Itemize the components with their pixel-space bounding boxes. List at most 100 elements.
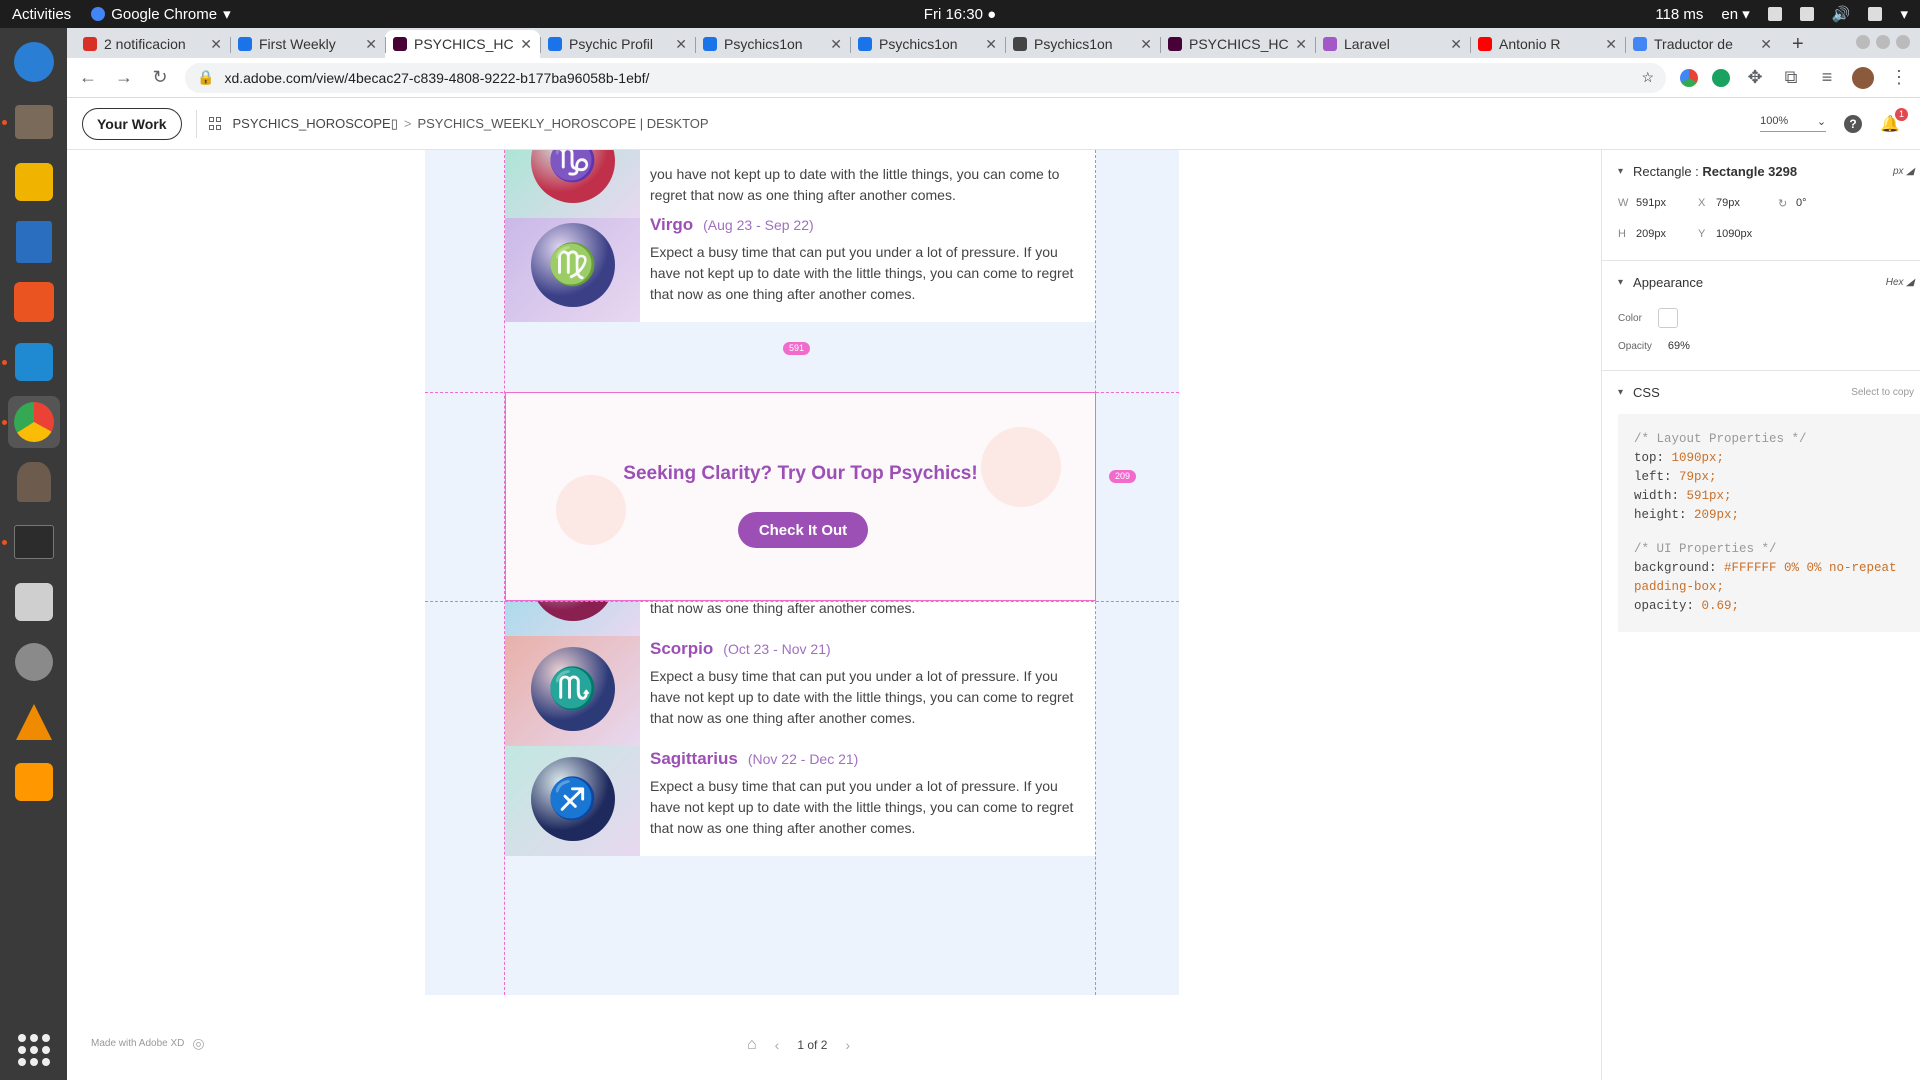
tab-close-icon[interactable]: ✕ xyxy=(1295,36,1307,53)
back-icon[interactable]: ← xyxy=(77,67,99,88)
horoscope-card[interactable]: ♍ Virgo (Aug 23 - Sep 22) Expect a busy tim… xyxy=(505,207,1096,322)
settings-icon[interactable] xyxy=(8,636,60,688)
browser-tab[interactable]: Laravel ✕ xyxy=(1315,30,1470,58)
browser-tab[interactable]: Psychics1on ✕ xyxy=(695,30,850,58)
color-mode-selector[interactable]: Hex ◢ xyxy=(1886,277,1914,288)
cta-banner[interactable]: Seeking Clarity? Try Our Top Psychics! C… xyxy=(505,392,1096,601)
forward-icon[interactable]: → xyxy=(113,67,135,88)
unit-selector[interactable]: px ◢ xyxy=(1893,166,1914,177)
browser-tab[interactable]: Psychics1on ✕ xyxy=(850,30,1005,58)
artboard[interactable]: ♐ Sagittarius (Nov 22 - Dec 21) Expect a bu… xyxy=(425,150,1179,995)
next-page-icon[interactable]: › xyxy=(845,1037,850,1053)
gimp-icon[interactable] xyxy=(8,456,60,508)
horoscope-card[interactable]: ♏ Scorpio (Oct 23 - Nov 21) Expect a busy t… xyxy=(505,631,1096,746)
volume-icon[interactable]: 🔊 xyxy=(1832,5,1851,23)
activities-button[interactable]: Activities xyxy=(12,6,71,23)
help-icon[interactable]: ? xyxy=(1844,114,1863,133)
lock-icon[interactable]: 🔒 xyxy=(197,69,214,86)
breadcrumb-artboard[interactable]: PSYCHICS_WEEKLY_HOROSCOPE | DESKTOP xyxy=(417,116,708,132)
css-value: 0.69; xyxy=(1694,599,1740,613)
card-body: Virgo (Aug 23 - Sep 22) Expect a busy time… xyxy=(640,207,1096,322)
rotation-value[interactable]: 0° xyxy=(1796,197,1807,210)
show-applications-icon[interactable] xyxy=(18,1034,50,1066)
browser-tab[interactable]: Traductor de ✕ xyxy=(1625,30,1780,58)
tab-close-icon[interactable]: ✕ xyxy=(675,36,687,53)
browser-tab[interactable]: First Weekly ✕ xyxy=(230,30,385,58)
height-value[interactable]: 209px xyxy=(1636,228,1666,240)
tab-close-icon[interactable]: ✕ xyxy=(1760,36,1772,53)
latency-indicator[interactable]: 118 ms xyxy=(1655,6,1703,23)
minimize-icon[interactable] xyxy=(1856,35,1870,49)
tab-close-icon[interactable]: ✕ xyxy=(365,36,377,53)
css-code-block[interactable]: /* Layout Properties */top: 1090px; left:… xyxy=(1618,414,1920,632)
horoscope-card[interactable]: ♑ you have not kept up to date with the l… xyxy=(505,150,1096,218)
y-value[interactable]: 1090px xyxy=(1716,228,1752,240)
extension-icon[interactable] xyxy=(1712,68,1730,87)
horoscope-card[interactable]: ♐ Sagittarius (Nov 22 - Dec 21) Expect a bu… xyxy=(505,741,1096,856)
language-indicator[interactable]: en ▾ xyxy=(1721,5,1749,23)
reload-icon[interactable]: ↻ xyxy=(149,67,171,88)
app-menu[interactable]: Google Chrome ▾ xyxy=(91,5,231,23)
software-center-icon[interactable] xyxy=(8,276,60,328)
profile-avatar[interactable] xyxy=(1852,66,1874,89)
zoom-select[interactable]: 100% ⌄ xyxy=(1760,115,1827,132)
design-canvas[interactable]: ♐ Sagittarius (Nov 22 - Dec 21) Expect a bu… xyxy=(67,150,1601,1080)
new-tab-icon[interactable]: + xyxy=(1780,30,1816,58)
files-icon[interactable] xyxy=(1,96,60,148)
prev-page-icon[interactable]: ‹ xyxy=(775,1037,780,1053)
chevron-down-icon[interactable]: ▾ xyxy=(1618,277,1623,288)
vscode-icon[interactable] xyxy=(1,336,60,388)
thunderbird-icon[interactable] xyxy=(8,36,60,88)
chrome-dock-icon[interactable] xyxy=(1,396,60,448)
tab-close-icon[interactable]: ✕ xyxy=(1605,36,1617,53)
network-icon[interactable] xyxy=(1767,7,1782,21)
writer-icon[interactable] xyxy=(8,216,60,268)
color-swatch[interactable] xyxy=(1657,308,1678,328)
browser-tab[interactable]: PSYCHICS_HC ✕ xyxy=(385,30,540,58)
bell-icon[interactable]: 🔔 1 xyxy=(1880,107,1908,134)
tab-close-icon[interactable]: ✕ xyxy=(1450,36,1462,53)
terminal-icon[interactable] xyxy=(1,516,60,568)
tab-close-icon[interactable]: ✕ xyxy=(830,36,842,53)
home-icon[interactable]: ⌂ xyxy=(747,1036,757,1054)
address-bar[interactable]: 🔒 xd.adobe.com/view/4becac27-c839-4808-9… xyxy=(185,62,1666,93)
maximize-icon[interactable] xyxy=(1876,35,1890,49)
vlc-icon[interactable] xyxy=(8,696,60,748)
rhythmbox-icon[interactable] xyxy=(8,156,60,208)
chevron-down-icon[interactable]: ▾ xyxy=(1618,387,1623,398)
mixer-icon[interactable] xyxy=(8,576,60,628)
window-controls xyxy=(1856,35,1910,49)
kebab-menu-icon[interactable]: ⋮ xyxy=(1888,67,1910,88)
move-extension-icon[interactable]: ✥ xyxy=(1744,67,1766,88)
tab-close-icon[interactable]: ✕ xyxy=(520,36,532,53)
your-work-button[interactable]: Your Work xyxy=(82,107,182,140)
close-window-icon[interactable] xyxy=(1896,35,1910,49)
lock-icon[interactable] xyxy=(1799,7,1814,21)
browser-tab[interactable]: Psychic Profil ✕ xyxy=(540,30,695,58)
x-value[interactable]: 79px xyxy=(1716,197,1740,210)
battery-icon[interactable] xyxy=(1868,7,1883,21)
color-picker-extension-icon[interactable] xyxy=(1680,68,1698,87)
browser-tab[interactable]: 2 notificacion ✕ xyxy=(75,30,230,58)
puzzle-icon[interactable]: ⧉ xyxy=(1780,67,1802,88)
browser-tab[interactable]: Antonio R ✕ xyxy=(1470,30,1625,58)
browser-tab[interactable]: PSYCHICS_HC ✕ xyxy=(1160,30,1315,58)
tab-close-icon[interactable]: ✕ xyxy=(1140,36,1152,53)
width-value[interactable]: 591px xyxy=(1636,197,1666,210)
running-indicator xyxy=(1,360,7,365)
check-it-out-button[interactable]: Check It Out xyxy=(738,512,868,548)
power-menu-icon[interactable]: ▾ xyxy=(1900,5,1908,23)
chevron-down-icon[interactable]: ▾ xyxy=(1618,166,1623,177)
css-line: width: 591px; xyxy=(1634,487,1904,506)
media-queue-icon[interactable]: ≡ xyxy=(1816,67,1838,88)
tab-close-icon[interactable]: ✕ xyxy=(985,36,997,53)
browser-tab[interactable]: Psychics1on ✕ xyxy=(1005,30,1160,58)
sublime-icon[interactable] xyxy=(8,756,60,808)
clock[interactable]: Fri 16:30 xyxy=(924,6,983,23)
opacity-value[interactable]: 69% xyxy=(1668,340,1690,352)
grid-view-icon[interactable] xyxy=(208,116,223,131)
notification-dot-icon: ● xyxy=(987,5,997,23)
breadcrumb-project[interactable]: PSYCHICS_HOROSCOPE▯ xyxy=(233,116,398,132)
tab-close-icon[interactable]: ✕ xyxy=(210,36,222,53)
bookmark-star-icon[interactable]: ☆ xyxy=(1641,69,1654,86)
